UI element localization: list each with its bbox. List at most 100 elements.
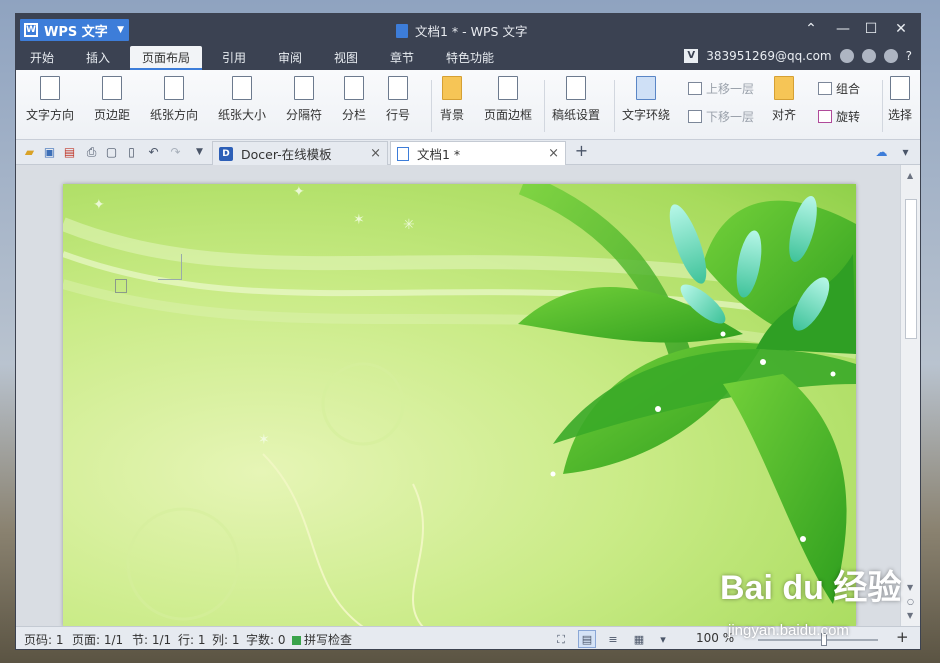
zoom-slider[interactable] <box>758 639 878 641</box>
prev-page-icon[interactable]: ○ <box>907 597 914 606</box>
menu-insert[interactable]: 插入 <box>86 49 110 66</box>
manuscript-icon <box>566 76 586 100</box>
ribbon-page-layout: 文字方向 页边距 纸张方向 纸张大小 分隔符 分栏 行号 背景 页面边框 稿纸设… <box>16 70 920 140</box>
send-backward-icon <box>688 110 702 123</box>
menu-bar: 开始 插入 页面布局 引用 审阅 视图 章节 特色功能 V 383951269@… <box>16 44 920 70</box>
svg-text:✦: ✦ <box>293 184 305 200</box>
ribbon-divider <box>614 80 615 132</box>
word-document-icon <box>397 146 409 161</box>
rotate-button[interactable]: 旋转 <box>818 108 860 125</box>
close-button[interactable]: ✕ <box>890 19 912 39</box>
paragraph-marker-icon[interactable] <box>115 279 127 293</box>
reading-mode-icon[interactable]: ▾ <box>654 630 672 648</box>
align-button[interactable]: 对齐 <box>772 76 796 132</box>
menu-page-layout[interactable]: 页面布局 <box>130 46 203 70</box>
document-icon <box>396 23 408 38</box>
select-button[interactable]: 选择 <box>888 76 912 132</box>
scroll-down-icon[interactable]: ▼ <box>907 583 913 592</box>
margins-icon <box>102 76 122 100</box>
save-icon[interactable]: ▣ <box>42 145 57 160</box>
status-page-number: 页码: 1 <box>24 633 64 647</box>
scroll-up-icon[interactable]: ▲ <box>907 171 913 180</box>
outline-view-icon[interactable]: ≡ <box>604 630 622 648</box>
tab-list-icon[interactable]: ▾ <box>898 145 913 160</box>
group-button[interactable]: 组合 <box>818 80 860 97</box>
baidu-watermark-url: jingyan.baidu.com <box>728 622 849 639</box>
orientation-button[interactable]: 纸张方向 <box>150 76 198 132</box>
account-name[interactable]: 383951269@qq.com <box>706 49 831 63</box>
rotate-icon <box>818 110 832 123</box>
account-area: V 383951269@qq.com ? <box>684 49 912 63</box>
scrollbar-thumb[interactable] <box>905 199 917 339</box>
breaks-button[interactable]: 分隔符 <box>286 76 322 132</box>
next-page-icon[interactable]: ▼ <box>907 611 913 620</box>
paper-size-button[interactable]: 纸张大小 <box>218 76 266 132</box>
cloud-icon[interactable]: ☁ <box>874 145 889 160</box>
background-button[interactable]: 背景 <box>440 76 464 132</box>
group-icon <box>818 82 832 95</box>
maximize-button[interactable]: ☐ <box>860 19 882 39</box>
text-wrap-button[interactable]: 文字环绕 <box>622 76 670 132</box>
full-screen-view-icon[interactable]: ⛶ <box>552 630 570 648</box>
print-icon[interactable]: ⎙ <box>84 145 99 160</box>
spell-check-toggle[interactable]: 拼写检查 <box>292 631 352 648</box>
page-border-button[interactable]: 页面边框 <box>484 76 532 132</box>
columns-icon <box>344 76 364 100</box>
text-direction-button[interactable]: 文字方向 <box>26 76 74 132</box>
line-numbers-icon <box>388 76 408 100</box>
send-backward-button[interactable]: 下移一层 <box>688 108 754 125</box>
menu-references[interactable]: 引用 <box>222 49 246 66</box>
share-icon[interactable] <box>861 49 876 63</box>
open-folder-icon[interactable]: ▰ <box>22 145 37 160</box>
menu-home[interactable]: 开始 <box>30 49 54 66</box>
page-border-icon <box>498 76 518 100</box>
docer-logo-icon: D <box>219 146 233 161</box>
manuscript-button[interactable]: 稿纸设置 <box>552 76 600 132</box>
svg-text:✦: ✦ <box>93 197 105 213</box>
margins-button[interactable]: 页边距 <box>94 76 130 132</box>
export-pdf-icon[interactable]: ▤ <box>62 145 77 160</box>
vertical-scrollbar[interactable]: ▲ ▼ ○ ▼ <box>900 165 920 627</box>
title-bar: W WPS 文字 ▼ 文档1 * - WPS 文字 ⌃ — ☐ ✕ <box>16 14 920 44</box>
baidu-watermark: Bai du 经验 <box>720 569 902 607</box>
status-word-count[interactable]: 字数: 0 <box>246 631 286 648</box>
page-view-icon[interactable]: ▤ <box>578 630 596 648</box>
bring-forward-icon <box>688 82 702 95</box>
ribbon-collapse-button[interactable]: ⌃ <box>800 19 822 39</box>
menu-review[interactable]: 审阅 <box>278 49 302 66</box>
menu-sections[interactable]: 章节 <box>390 49 414 66</box>
text-direction-icon <box>40 76 60 100</box>
tab-close-icon[interactable]: × <box>548 146 559 161</box>
redo-icon[interactable]: ↷ <box>168 145 183 160</box>
columns-button[interactable]: 分栏 <box>342 76 366 132</box>
new-tab-button[interactable]: + <box>574 143 589 159</box>
help-button[interactable]: ? <box>906 49 912 63</box>
web-view-icon[interactable]: ▦ <box>630 630 648 648</box>
customize-toolbar-icon[interactable]: ▼ <box>192 145 207 160</box>
chevron-down-icon: ▼ <box>117 25 124 35</box>
tab-document[interactable]: 文档1 * × <box>390 141 566 165</box>
menu-features[interactable]: 特色功能 <box>446 49 494 66</box>
minimize-button[interactable]: — <box>832 19 854 39</box>
ribbon-divider <box>544 80 545 132</box>
ribbon-divider <box>882 80 883 132</box>
sync-icon[interactable] <box>839 49 854 63</box>
paper-size-icon <box>232 76 252 100</box>
window-title: 文档1 * - WPS 文字 <box>396 21 527 40</box>
orientation-icon <box>164 76 184 100</box>
tab-close-icon[interactable]: × <box>370 146 381 161</box>
ribbon-divider <box>431 80 432 132</box>
print-preview-icon[interactable]: ▢ <box>104 145 119 160</box>
svg-text:✳: ✳ <box>403 217 415 233</box>
zoom-in-button[interactable]: + <box>896 628 909 646</box>
app-menu-button[interactable]: W WPS 文字 ▼ <box>20 19 129 41</box>
bring-forward-button[interactable]: 上移一层 <box>688 80 754 97</box>
preview-icon[interactable]: ▯ <box>124 145 139 160</box>
status-row: 行: 1 <box>178 633 206 647</box>
tab-docer[interactable]: D Docer-在线模板 × <box>212 141 388 165</box>
vip-badge: V <box>684 49 699 63</box>
menu-view[interactable]: 视图 <box>334 49 358 66</box>
skin-icon[interactable] <box>883 49 898 63</box>
undo-icon[interactable]: ↶ <box>146 145 161 160</box>
line-numbers-button[interactable]: 行号 <box>386 76 410 132</box>
